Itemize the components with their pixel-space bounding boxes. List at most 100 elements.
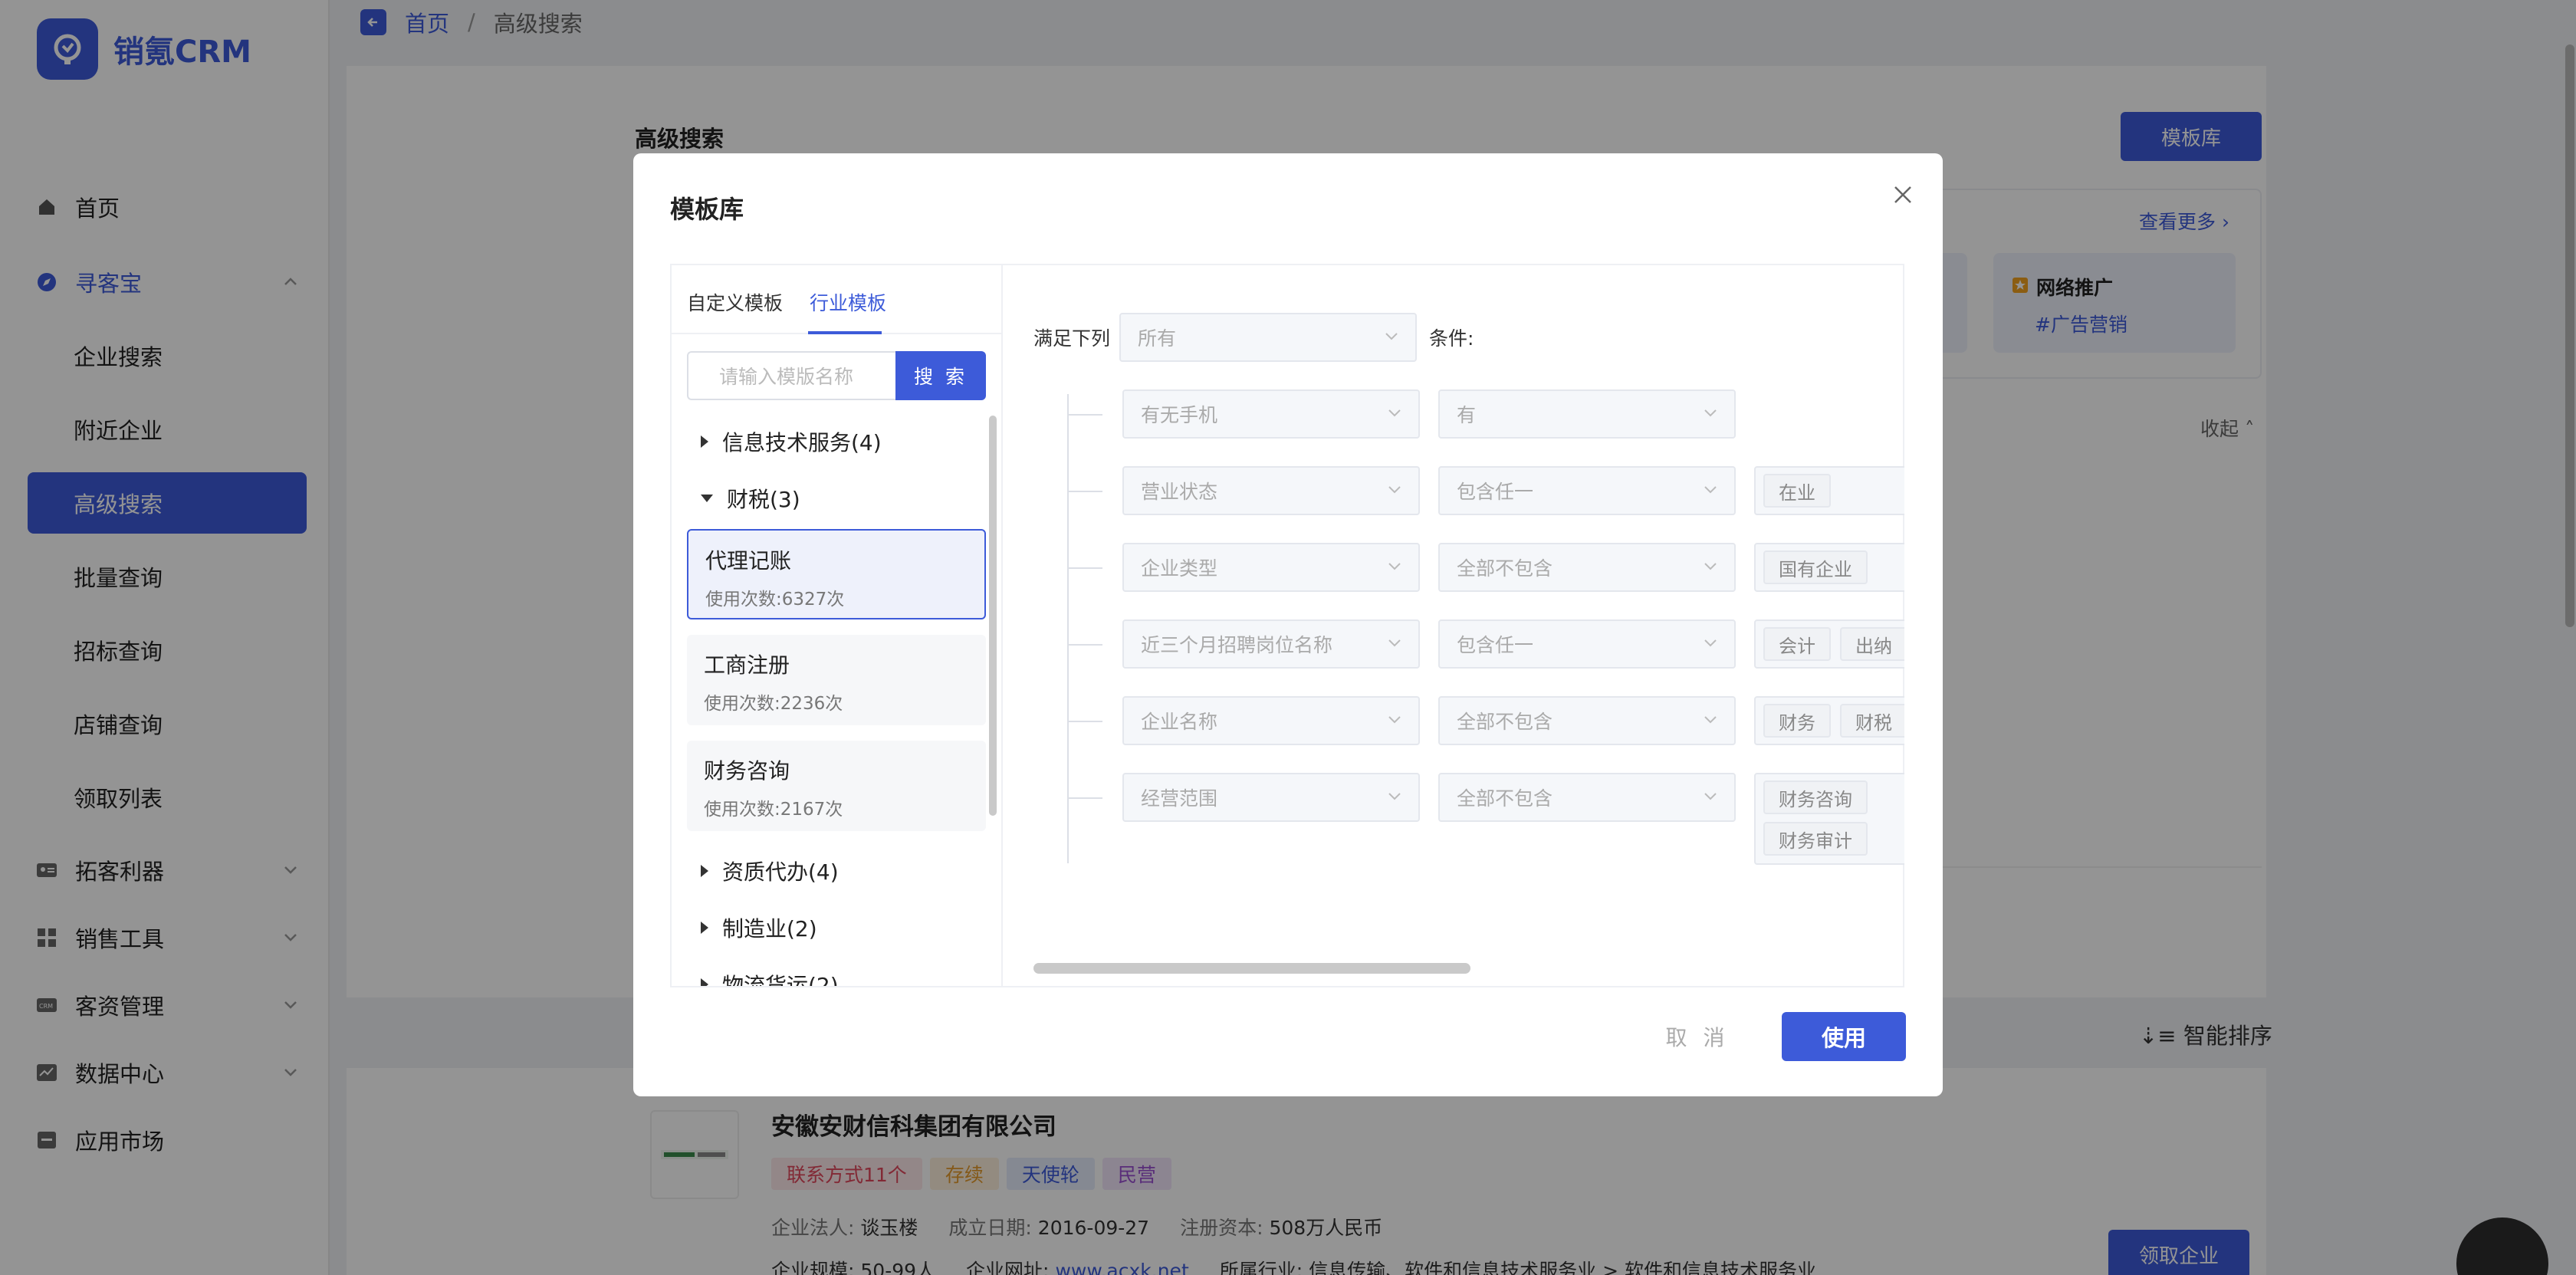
rule-field-select: 经营范围 [1122, 773, 1420, 822]
chevron-down-icon [1388, 486, 1401, 494]
use-template-button[interactable]: 使用 [1782, 1012, 1906, 1061]
rule-operator-value: 包含任一 [1457, 634, 1534, 656]
rule-operator-select: 全部不包含 [1438, 773, 1736, 822]
chevron-down-icon [1704, 563, 1717, 570]
rule-connector [1067, 721, 1102, 722]
rule-operator-select: 全部不包含 [1438, 543, 1736, 592]
template-usage: 使用次数:6327次 [705, 590, 845, 610]
rule-values: 财务咨询 财务审计 [1754, 773, 1904, 865]
template-item[interactable]: 财务咨询 使用次数:2167次 [687, 741, 986, 831]
template-library-modal: 模板库 自定义模板 行业模板 请输入模版名称 搜 索 信息技术服务(4) 财税(… [633, 153, 1943, 1096]
condition-prefix: 满足下列 [1033, 327, 1111, 350]
category-finance-tax[interactable]: 财税(3) [701, 483, 800, 514]
modal-body: 自定义模板 行业模板 请输入模版名称 搜 索 信息技术服务(4) 财税(3) 代… [670, 264, 1904, 987]
rule-operator-select: 全部不包含 [1438, 696, 1736, 745]
chevron-down-icon [1388, 409, 1401, 417]
rule-values: 会计 出纳 [1754, 619, 1904, 669]
rule-connector [1067, 644, 1102, 646]
chevron-down-icon [1704, 639, 1717, 647]
template-list-scrollbar[interactable] [989, 416, 997, 816]
preview-horizontal-scrollbar[interactable] [1033, 963, 1470, 974]
template-tabs: 自定义模板 行业模板 [672, 265, 1001, 334]
tab-custom-templates[interactable]: 自定义模板 [687, 288, 783, 316]
rule-tree-line [1067, 394, 1069, 863]
chevron-down-icon [1388, 716, 1401, 724]
rule-field-select: 企业类型 [1122, 543, 1420, 592]
condition-mode-select: 所有 [1119, 313, 1417, 362]
rule-field-select: 企业名称 [1122, 696, 1420, 745]
template-name: 代理记账 [705, 548, 792, 573]
tab-industry-templates[interactable]: 行业模板 [810, 288, 886, 316]
rule-operator-select: 有 [1438, 389, 1736, 439]
template-preview-pane: 满足下列 所有 条件: 有无手机 有 营业状态 包含任一 在业 企业类型 全部不… [1003, 265, 1904, 986]
rule-field-value: 营业状态 [1141, 481, 1218, 503]
template-search-button[interactable]: 搜 索 [895, 351, 986, 400]
template-name: 财务咨询 [704, 758, 790, 784]
rule-value-chip: 在业 [1763, 474, 1831, 508]
caret-down-icon [701, 495, 713, 502]
rule-connector [1067, 567, 1102, 569]
template-search-input[interactable]: 请输入模版名称 [687, 351, 895, 400]
rule-value-chip: 财务咨询 [1763, 780, 1868, 814]
caret-right-icon [701, 978, 708, 986]
rule-values: 在业 [1754, 466, 1904, 515]
rule-field-value: 企业名称 [1141, 711, 1218, 733]
rule-value-chip: 财税 [1840, 704, 1904, 738]
chevron-down-icon [1704, 486, 1717, 494]
template-usage: 使用次数:2236次 [704, 694, 843, 714]
chevron-down-icon [1388, 639, 1401, 647]
chevron-down-icon [1704, 716, 1717, 724]
rule-connector [1067, 491, 1102, 492]
rule-field-value: 有无手机 [1141, 404, 1218, 426]
rule-value-chip: 出纳 [1840, 627, 1904, 661]
chevron-down-icon [1388, 563, 1401, 570]
rule-value-chip: 会计 [1763, 627, 1831, 661]
rule-field-select: 近三个月招聘岗位名称 [1122, 619, 1420, 669]
rule-operator-select: 包含任一 [1438, 619, 1736, 669]
rule-field-select: 有无手机 [1122, 389, 1420, 439]
category-it-services[interactable]: 信息技术服务(4) [701, 426, 882, 457]
category-qualification[interactable]: 资质代办(4) [701, 856, 839, 886]
cancel-button[interactable]: 取 消 [1651, 1012, 1743, 1061]
rule-field-value: 近三个月招聘岗位名称 [1141, 634, 1333, 656]
rule-connector [1067, 414, 1102, 416]
rule-field-select: 营业状态 [1122, 466, 1420, 515]
caret-right-icon [701, 865, 708, 877]
category-manufacturing[interactable]: 制造业(2) [701, 912, 817, 943]
caret-right-icon [701, 435, 708, 448]
rule-operator-value: 全部不包含 [1457, 557, 1553, 580]
category-label: 资质代办(4) [722, 859, 839, 885]
rule-field-value: 企业类型 [1141, 557, 1218, 580]
rule-value-chip: 国有企业 [1763, 550, 1868, 584]
close-icon[interactable] [1888, 179, 1918, 210]
rule-operator-value: 全部不包含 [1457, 787, 1553, 810]
template-name: 工商注册 [704, 652, 790, 678]
template-list-pane: 自定义模板 行业模板 请输入模版名称 搜 索 信息技术服务(4) 财税(3) 代… [672, 265, 1003, 986]
category-logistics[interactable]: 物流货运(2) [701, 969, 839, 986]
chevron-down-icon [1704, 409, 1717, 417]
template-item-selected[interactable]: 代理记账 使用次数:6327次 [687, 529, 986, 619]
rule-values: 国有企业 [1754, 543, 1904, 592]
category-label: 信息技术服务(4) [722, 430, 882, 455]
modal-title: 模板库 [670, 195, 744, 224]
chevron-down-icon [1385, 333, 1398, 340]
rule-operator-value: 全部不包含 [1457, 711, 1553, 733]
rule-connector [1067, 797, 1102, 799]
rule-value-chip: 财务审计 [1763, 822, 1868, 856]
category-label: 物流货运(2) [722, 973, 839, 986]
chevron-down-icon [1704, 793, 1717, 800]
caret-right-icon [701, 922, 708, 934]
template-item[interactable]: 工商注册 使用次数:2236次 [687, 635, 986, 725]
category-label: 制造业(2) [722, 916, 817, 941]
tab-active-indicator [808, 331, 882, 334]
rule-operator-value: 包含任一 [1457, 481, 1534, 503]
rule-field-value: 经营范围 [1141, 787, 1218, 810]
rule-value-chip: 财务 [1763, 704, 1831, 738]
rule-operator-select: 包含任一 [1438, 466, 1736, 515]
category-label: 财税(3) [727, 487, 800, 512]
condition-mode-value: 所有 [1138, 327, 1177, 350]
condition-suffix: 条件: [1429, 327, 1474, 350]
chevron-down-icon [1388, 793, 1401, 800]
rule-values: 财务 财税 [1754, 696, 1904, 745]
rule-operator-value: 有 [1457, 404, 1477, 426]
